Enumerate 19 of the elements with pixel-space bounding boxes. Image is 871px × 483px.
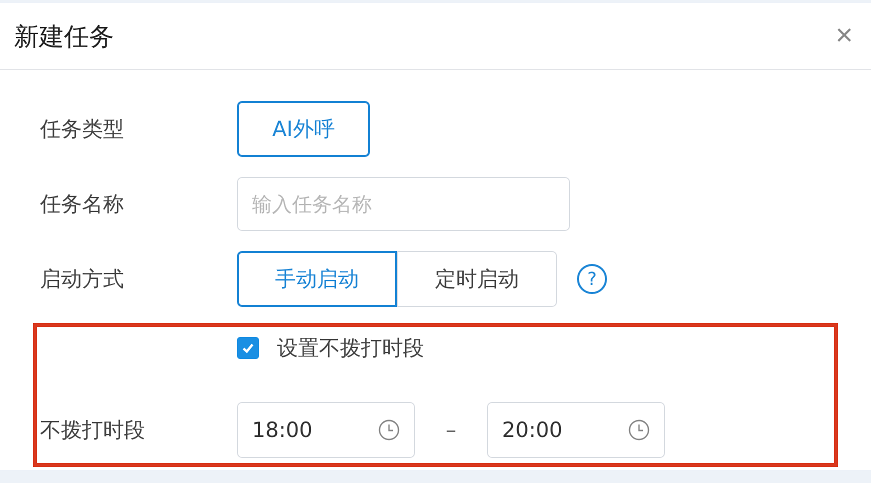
range-separator: –: [444, 418, 458, 442]
field-label: 任务类型: [40, 116, 125, 143]
time-field[interactable]: 20:00: [487, 402, 665, 458]
checkbox[interactable]: [237, 337, 259, 359]
field-label: 任务名称: [40, 191, 125, 218]
checkbox-label: 设置不拨打时段: [277, 335, 424, 362]
field-label: 不拨打时段: [40, 417, 146, 444]
field-label: 启动方式: [40, 266, 125, 293]
help-icon[interactable]: ?: [577, 264, 607, 294]
input-field[interactable]: 输入任务名称: [237, 177, 570, 231]
dialog-title: 新建任务: [14, 20, 114, 52]
time-field[interactable]: 18:00: [237, 402, 415, 458]
check-icon: [241, 341, 255, 355]
start-mode-option[interactable]: 定时启动: [397, 251, 557, 307]
close-button[interactable]: ×: [835, 21, 853, 51]
clock-icon: [378, 419, 400, 441]
task-type-button[interactable]: AI外呼: [237, 101, 370, 157]
clock-icon: [628, 419, 650, 441]
start-mode-option[interactable]: 手动启动: [237, 251, 397, 307]
